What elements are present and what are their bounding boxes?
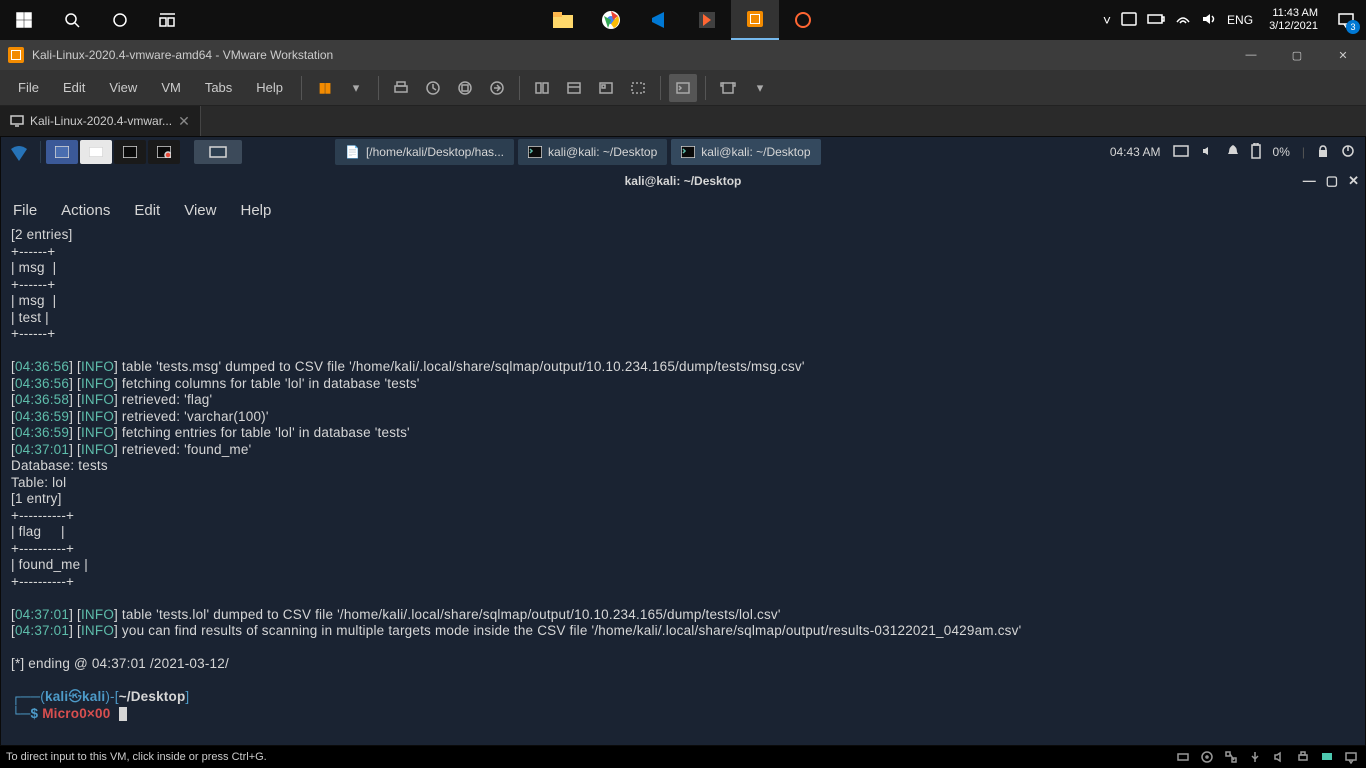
taskbar-vscode-icon[interactable] — [635, 0, 683, 40]
status-hint: To direct input to this VM, click inside… — [6, 751, 267, 763]
terminal-output[interactable]: [2 entries] +------+ | msg | +------+ | … — [1, 225, 1365, 724]
taskbar-burp-icon[interactable] — [683, 0, 731, 40]
tray-wifi-icon[interactable] — [1175, 12, 1191, 29]
terminal-titlebar: kali@kali: ~/Desktop — ▢ ✕ — [1, 167, 1365, 195]
fullscreen-dropdown[interactable]: ▾ — [746, 74, 774, 102]
vmware-menubar: File Edit View VM Tabs Help ▮▮ ▾ ▾ — [0, 70, 1366, 106]
power-icon[interactable] — [1341, 144, 1355, 161]
tray-volume-icon[interactable] — [1201, 12, 1217, 29]
workspace-switcher[interactable] — [194, 140, 242, 164]
term-menu-edit[interactable]: Edit — [134, 202, 160, 219]
term-menu-file[interactable]: File — [13, 202, 37, 219]
minimize-button[interactable]: — — [1228, 40, 1274, 70]
menu-file[interactable]: File — [8, 76, 49, 99]
search-button[interactable] — [48, 0, 96, 40]
pause-button[interactable]: ▮▮ — [310, 74, 338, 102]
task-terminal-1[interactable]: kali@kali: ~/Desktop — [518, 139, 667, 165]
term-menu-help[interactable]: Help — [240, 202, 271, 219]
launcher-4[interactable] — [148, 140, 180, 164]
status-cd-icon[interactable] — [1198, 748, 1216, 766]
status-net-icon[interactable] — [1222, 748, 1240, 766]
view-split-button[interactable] — [528, 74, 556, 102]
vm-tab[interactable]: Kali-Linux-2020.4-vmwar... ✕ — [0, 106, 201, 136]
tray-language[interactable]: ENG — [1227, 13, 1253, 27]
terminal-icon — [528, 146, 542, 158]
menu-view[interactable]: View — [99, 76, 147, 99]
revert-button[interactable] — [483, 74, 511, 102]
term-menu-view[interactable]: View — [184, 202, 216, 219]
task-editor[interactable]: 📄[/home/kali/Desktop/has... — [335, 139, 514, 165]
vmware-titlebar: Kali-Linux-2020.4-vmware-amd64 - VMware … — [0, 40, 1366, 70]
fullscreen-button[interactable] — [714, 74, 742, 102]
kali-panel: 📄[/home/kali/Desktop/has... kali@kali: ~… — [1, 137, 1365, 167]
battery-icon[interactable] — [1251, 143, 1261, 162]
send-cad-button[interactable] — [387, 74, 415, 102]
term-minimize-button[interactable]: — — [1303, 173, 1316, 189]
menu-help[interactable]: Help — [246, 76, 293, 99]
status-printer-icon[interactable] — [1294, 748, 1312, 766]
tray-clock[interactable]: 11:43 AM3/12/2021 — [1263, 7, 1324, 33]
lock-icon[interactable] — [1317, 144, 1329, 161]
panel-clock[interactable]: 04:43 AM — [1110, 145, 1161, 159]
vmware-statusbar: To direct input to this VM, click inside… — [0, 746, 1366, 768]
status-message-icon[interactable] — [1342, 748, 1360, 766]
document-icon: 📄 — [345, 145, 360, 159]
term-menu-actions[interactable]: Actions — [61, 202, 110, 219]
snapshot-button[interactable] — [419, 74, 447, 102]
taskbar-app-icon[interactable] — [779, 0, 827, 40]
taskbar-vmware-icon[interactable] — [731, 0, 779, 40]
tray-chevron-icon[interactable]: ˅ — [1103, 12, 1111, 28]
vmware-title-text: Kali-Linux-2020.4-vmware-amd64 - VMware … — [32, 48, 333, 62]
tab-close-icon[interactable]: ✕ — [178, 113, 190, 130]
status-usb-icon[interactable] — [1246, 748, 1264, 766]
task-terminal-2[interactable]: kali@kali: ~/Desktop — [671, 139, 820, 165]
battery-percent: 0% — [1273, 145, 1290, 159]
terminal-window: kali@kali: ~/Desktop — ▢ ✕ File Actions … — [1, 167, 1365, 745]
start-button[interactable] — [0, 0, 48, 40]
cortana-button[interactable] — [96, 0, 144, 40]
console-button[interactable] — [669, 74, 697, 102]
vmware-tabbar: Kali-Linux-2020.4-vmwar... ✕ — [0, 106, 1366, 136]
taskbar-chrome-icon[interactable] — [587, 0, 635, 40]
notifications-button[interactable]: 3 — [1334, 8, 1358, 32]
tray-onedrive-icon[interactable] — [1121, 12, 1137, 29]
status-hdd-icon[interactable] — [1174, 748, 1192, 766]
terminal-icon — [681, 146, 695, 158]
notifications-icon[interactable] — [1227, 144, 1239, 161]
vmware-logo-icon — [8, 47, 24, 63]
view-single-button[interactable] — [560, 74, 588, 102]
maximize-button[interactable]: ▢ — [1274, 40, 1320, 70]
kali-menu-button[interactable] — [1, 137, 36, 167]
terminal-menubar: File Actions Edit View Help — [1, 195, 1365, 225]
launcher-3[interactable] — [114, 140, 146, 164]
vm-viewport[interactable]: 📄[/home/kali/Desktop/has... kali@kali: ~… — [0, 136, 1366, 746]
monitor-icon — [10, 115, 24, 127]
launcher-1[interactable] — [46, 140, 78, 164]
launcher-2[interactable] — [80, 140, 112, 164]
menu-vm[interactable]: VM — [151, 76, 191, 99]
view-thumbnail-button[interactable] — [592, 74, 620, 102]
taskbar-explorer-icon[interactable] — [539, 0, 587, 40]
volume-icon[interactable] — [1201, 145, 1215, 160]
status-display-icon[interactable] — [1318, 748, 1336, 766]
close-button[interactable]: ✕ — [1320, 40, 1366, 70]
power-dropdown[interactable]: ▾ — [342, 74, 370, 102]
keyboard-icon[interactable] — [1173, 145, 1189, 160]
view-stretch-button[interactable] — [624, 74, 652, 102]
term-maximize-button[interactable]: ▢ — [1326, 173, 1338, 189]
status-sound-icon[interactable] — [1270, 748, 1288, 766]
term-close-button[interactable]: ✕ — [1348, 173, 1359, 189]
windows-taskbar: ˅ ENG 11:43 AM3/12/2021 3 — [0, 0, 1366, 40]
taskview-button[interactable] — [144, 0, 192, 40]
menu-edit[interactable]: Edit — [53, 76, 95, 99]
menu-tabs[interactable]: Tabs — [195, 76, 242, 99]
snapshot-manager-button[interactable] — [451, 74, 479, 102]
tray-battery-icon[interactable] — [1147, 13, 1165, 28]
